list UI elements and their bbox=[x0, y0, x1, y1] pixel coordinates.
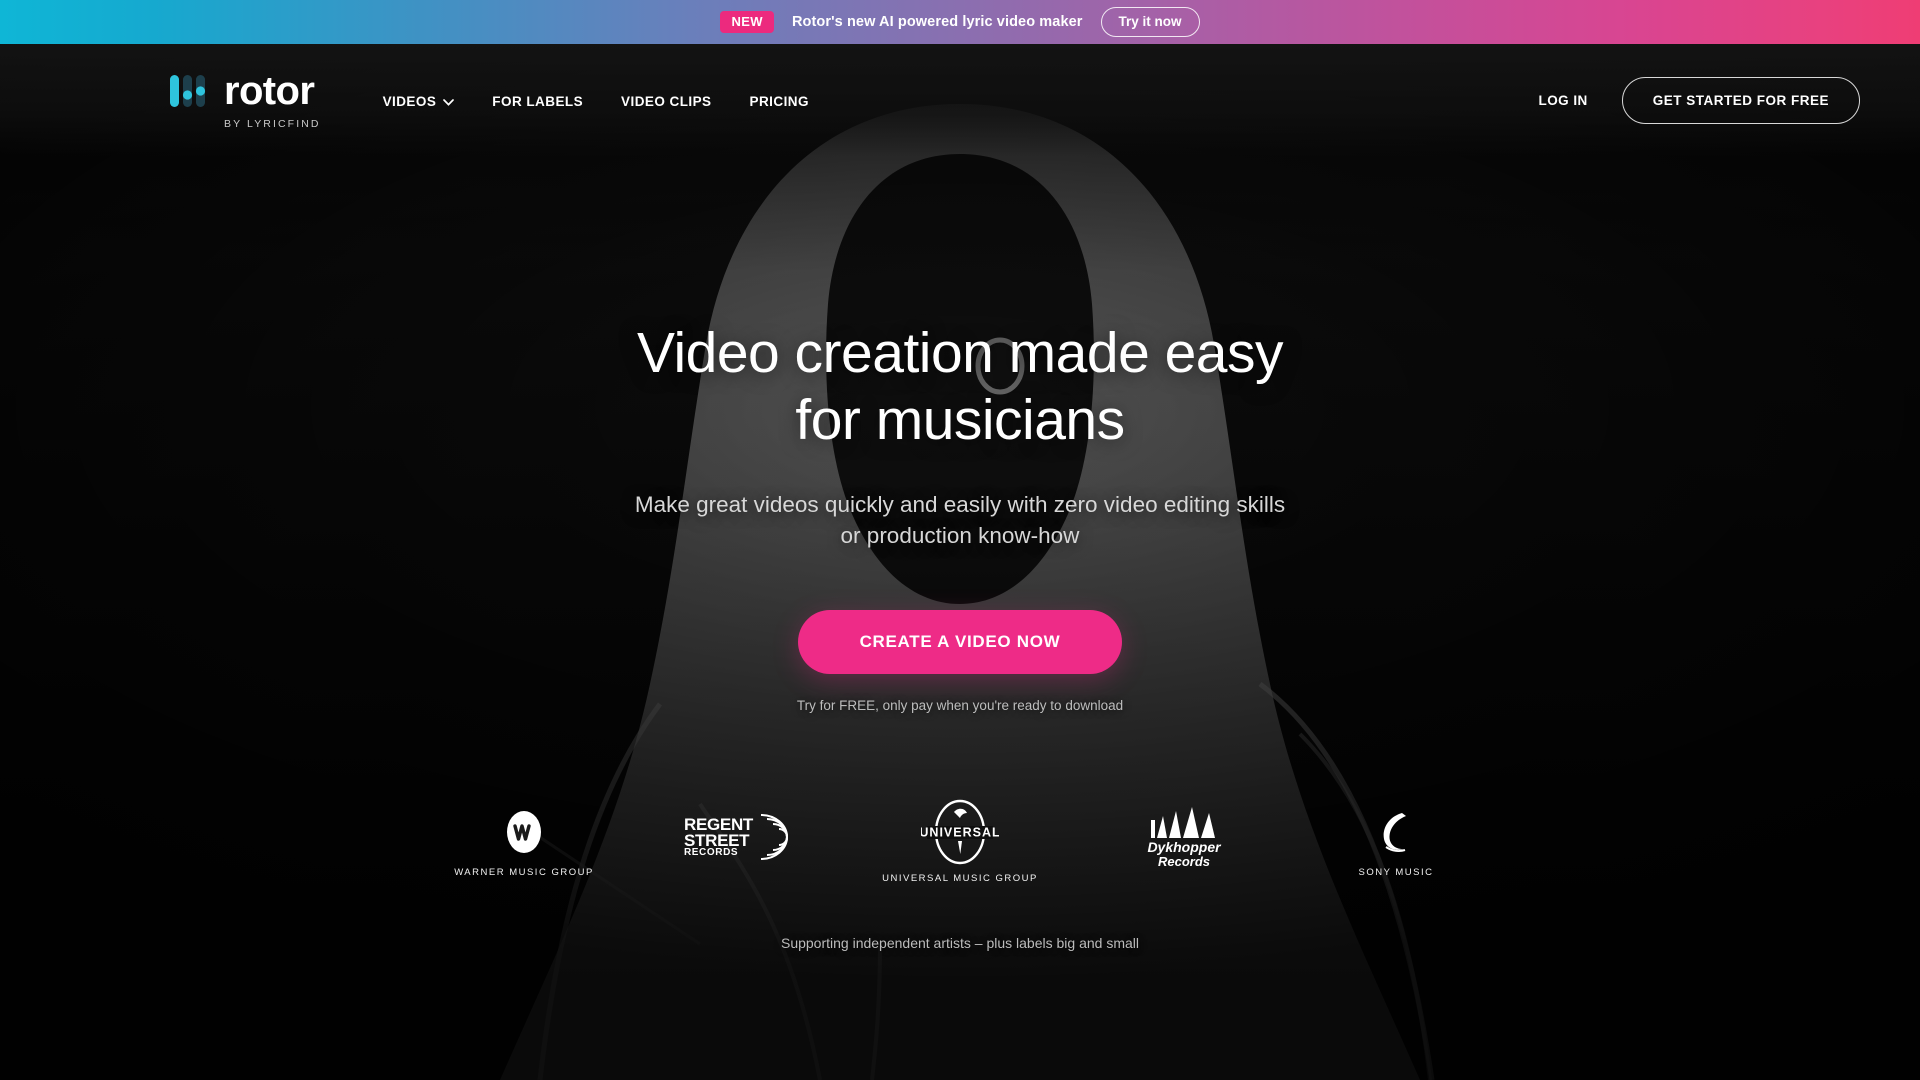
rotor-logo-icon bbox=[170, 74, 206, 107]
announcement-banner: NEW Rotor's new AI powered lyric video m… bbox=[0, 0, 1920, 44]
label-logos-strip: WARNER MUSIC GROUP REGENT STREET RECORDS bbox=[431, 783, 1489, 899]
headline-line-2: for musicians bbox=[795, 388, 1125, 453]
label-logo-warner: WARNER MUSIC GROUP bbox=[431, 783, 617, 899]
headline-line-1: Video creation made easy bbox=[636, 321, 1284, 385]
chevron-down-icon bbox=[443, 94, 455, 109]
label-caption: SONY MUSIC bbox=[1358, 866, 1434, 878]
label-caption: WARNER MUSIC GROUP bbox=[454, 866, 594, 878]
dykhopper-records-logo-icon: Dykhopper Records bbox=[1147, 804, 1221, 870]
new-badge: NEW bbox=[720, 10, 774, 34]
login-link[interactable]: LOG IN bbox=[1539, 93, 1588, 108]
announcement-message: Rotor's new AI powered lyric video maker bbox=[791, 14, 1083, 30]
label-logo-dykhopper: Dykhopper Records bbox=[1091, 783, 1277, 899]
header-actions: LOG IN GET STARTED FOR FREE bbox=[1539, 76, 1860, 124]
regent-line-3: RECORDS bbox=[683, 847, 739, 859]
create-a-video-button[interactable]: CREATE A VIDEO NOW bbox=[797, 610, 1123, 675]
sony-music-logo-icon bbox=[1372, 805, 1420, 859]
dykhopper-line-1: Dykhopper bbox=[1147, 838, 1221, 855]
primary-navigation: VIDEOS FOR LABELS VIDEO CLIPS PRICING bbox=[383, 94, 809, 109]
brand-logo[interactable]: rotor BY LYRICFIND bbox=[170, 71, 321, 130]
svg-text:UNIVERSAL: UNIVERSAL bbox=[921, 825, 999, 839]
nav-item-pricing[interactable]: PRICING bbox=[750, 94, 809, 109]
page-title: Video creation made easy for musicians bbox=[636, 320, 1284, 455]
try-it-now-button[interactable]: Try it now bbox=[1100, 6, 1200, 38]
nav-item-videos-label: VIDEOS bbox=[382, 93, 437, 109]
hero-content: Video creation made easy for musicians M… bbox=[0, 44, 1920, 951]
label-caption: UNIVERSAL MUSIC GROUP bbox=[882, 872, 1038, 884]
label-logo-sony: SONY MUSIC bbox=[1303, 783, 1489, 899]
dykhopper-line-2: Records bbox=[1157, 853, 1211, 869]
site-header: rotor BY LYRICFIND VIDEOS FOR LABELS VID… bbox=[0, 44, 1920, 156]
regent-street-records-logo-icon: REGENT STREET RECORDS bbox=[683, 806, 789, 868]
subheadline-line-1: Make great videos quickly and easily wit… bbox=[634, 491, 1286, 517]
label-logo-regent-street: REGENT STREET RECORDS bbox=[643, 783, 829, 899]
nav-item-for-labels[interactable]: FOR LABELS bbox=[492, 94, 583, 109]
label-logo-universal: UNIVERSAL UNIVERSAL MUSIC GROUP bbox=[855, 783, 1065, 899]
nav-item-videos[interactable]: VIDEOS bbox=[383, 94, 455, 109]
brand-wordmark: rotor bbox=[224, 68, 315, 113]
cta-note: Try for FREE, only pay when you're ready… bbox=[796, 698, 1124, 714]
universal-music-logo-icon: UNIVERSAL bbox=[921, 799, 999, 865]
warner-music-logo-icon bbox=[501, 805, 547, 859]
labels-support-note: Supporting independent artists – plus la… bbox=[780, 935, 1139, 952]
nav-item-video-clips[interactable]: VIDEO CLIPS bbox=[621, 94, 711, 109]
hero-section: rotor BY LYRICFIND VIDEOS FOR LABELS VID… bbox=[0, 44, 1920, 1080]
get-started-button[interactable]: GET STARTED FOR FREE bbox=[1621, 76, 1860, 124]
regent-line-2: STREET bbox=[683, 830, 750, 850]
subheadline-line-2: or production know-how bbox=[840, 523, 1080, 549]
brand-tagline: BY LYRICFIND bbox=[224, 117, 321, 130]
hero-subheadline: Make great videos quickly and easily wit… bbox=[635, 489, 1285, 553]
